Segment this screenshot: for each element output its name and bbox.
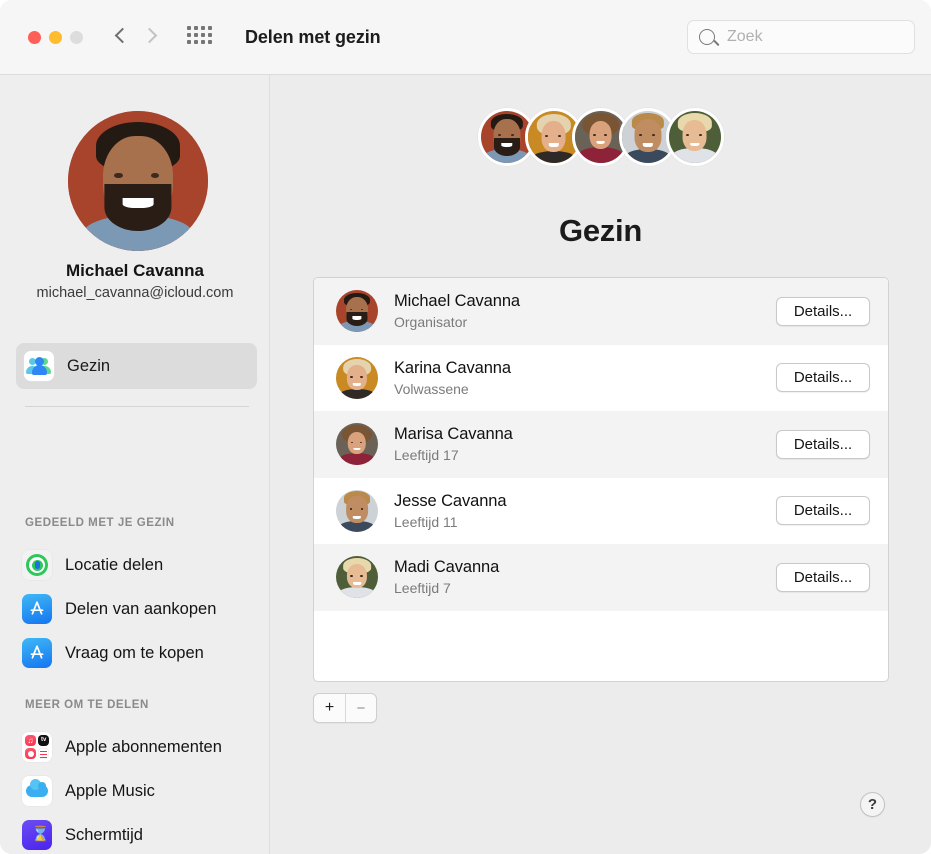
section-title: Gezin (559, 213, 642, 248)
table-row[interactable]: Marisa Cavanna Leeftijd 17 Details... (314, 411, 888, 478)
forward-button-icon (143, 26, 157, 48)
sidebar-item-label: Locatie delen (65, 555, 164, 574)
main-content: Gezin Michael Cavanna Organisator Detail… (270, 75, 931, 854)
close-button[interactable] (28, 30, 41, 44)
profile-name: Michael Cavanna (66, 261, 204, 280)
table-row[interactable]: Madi Cavanna Leeftijd 7 Details... (314, 544, 888, 611)
search-placeholder: Zoek (727, 28, 763, 45)
sidebar-item-apple-music[interactable]: Apple Music (22, 769, 270, 813)
titlebar: Delen met gezin Zoek (0, 0, 931, 75)
details-button[interactable]: Details... (776, 562, 870, 592)
member-role: Leeftijd 11 (394, 513, 458, 530)
member-name: Madi Cavanna (394, 558, 500, 577)
remove-member-button: − (344, 694, 376, 722)
member-role: Leeftijd 7 (394, 580, 451, 597)
jesse-avatar (336, 489, 378, 532)
sidebar-item-label: Schermtijd (65, 825, 143, 844)
avatar (68, 111, 208, 251)
page-title: Delen met gezin (245, 26, 381, 47)
table-row[interactable]: Karina Cavanna Volwassene Details... (314, 345, 888, 412)
apple-subscriptions-icon (22, 732, 52, 762)
member-role: Organisator (394, 314, 468, 331)
sidebar-item-label: Apple Music (65, 781, 155, 800)
back-button-icon[interactable] (115, 26, 129, 48)
find-my-icon (22, 550, 52, 580)
search-icon (699, 29, 715, 45)
add-remove-control: + − (313, 693, 377, 723)
sidebar-item-label: Apple abonnementen (65, 737, 222, 756)
sidebar-item-schermtijd[interactable]: ⌛ Schermtijd (22, 813, 270, 854)
family-member-list: Michael Cavanna Organisator Details... K… (313, 277, 889, 682)
navigation-arrows (115, 26, 157, 48)
sidebar-item-label: Delen van aankopen (65, 599, 217, 618)
sidebar-item-delen-van-aankopen[interactable]: Delen van aankopen (22, 587, 270, 631)
sidebar-item-locatie-delen[interactable]: Locatie delen (22, 543, 270, 587)
member-name: Jesse Cavanna (394, 491, 507, 510)
member-role: Volwassene (394, 380, 469, 397)
sidebar-item-vraag-om-te-kopen[interactable]: Vraag om te kopen (22, 631, 270, 675)
sidebar-group-title-shared: GEDEELD MET JE GEZIN (25, 517, 175, 529)
member-name: Marisa Cavanna (394, 425, 513, 444)
sidebar-group-more: Apple abonnementen Apple Music ⌛ Schermt… (22, 725, 270, 854)
minimize-button[interactable] (49, 30, 62, 44)
marisa-avatar (336, 423, 378, 466)
add-member-button[interactable]: + (314, 694, 345, 722)
details-button[interactable]: Details... (776, 363, 870, 393)
details-button[interactable]: Details... (776, 429, 870, 459)
grid-view-icon[interactable] (187, 26, 215, 48)
family-sharing-window: Delen met gezin Zoek Michael Cavanna mic… (0, 0, 931, 854)
madi-avatar (665, 108, 724, 166)
sidebar-group-title-more: MEER OM TE DELEN (25, 699, 149, 711)
sidebar-item-label: Gezin (67, 356, 111, 375)
karina-avatar (336, 356, 378, 399)
zoom-button (70, 30, 83, 44)
help-button[interactable]: ? (860, 792, 885, 817)
app-store-icon (22, 594, 52, 624)
sidebar: Michael Cavanna michael_cavanna@icloud.c… (0, 75, 270, 854)
family-avatar-stack (270, 108, 931, 166)
madi-avatar (336, 556, 378, 599)
icloud-music-icon (22, 776, 52, 806)
sidebar-item-gezin[interactable]: Gezin (16, 343, 257, 389)
table-row[interactable]: Michael Cavanna Organisator Details... (314, 278, 888, 345)
details-button[interactable]: Details... (776, 496, 870, 526)
app-store-icon (22, 638, 52, 668)
screen-time-icon: ⌛ (22, 820, 52, 850)
search-field[interactable]: Zoek (687, 20, 915, 54)
sidebar-item-label: Vraag om te kopen (65, 643, 204, 662)
sidebar-group-shared: Locatie delen Delen van aankopen Vraag o… (22, 543, 270, 675)
profile-email: michael_cavanna@icloud.com (36, 285, 234, 301)
details-button[interactable]: Details... (776, 296, 870, 326)
traffic-lights (28, 30, 83, 44)
family-group-icon (24, 351, 54, 381)
sidebar-item-apple-abonnementen[interactable]: Apple abonnementen (22, 725, 270, 769)
member-name: Michael Cavanna (394, 292, 520, 311)
member-name: Karina Cavanna (394, 358, 511, 377)
michael-avatar (336, 290, 378, 333)
table-row[interactable]: Jesse Cavanna Leeftijd 11 Details... (314, 478, 888, 545)
member-role: Leeftijd 17 (394, 447, 459, 464)
sidebar-divider (25, 406, 249, 407)
